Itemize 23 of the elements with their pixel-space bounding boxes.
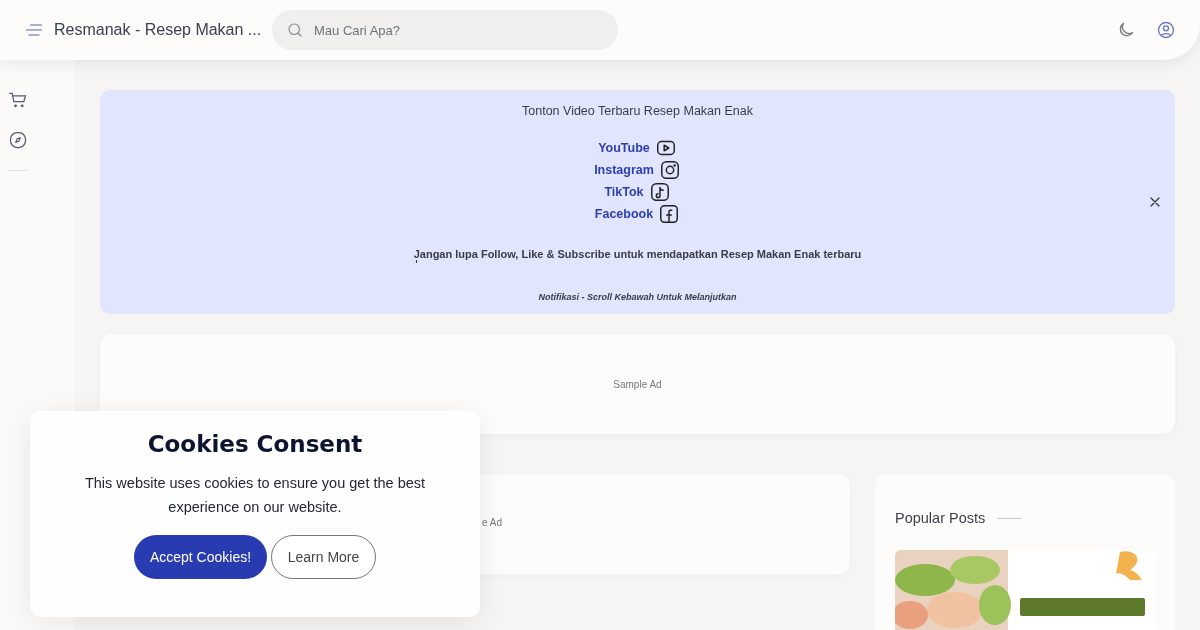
cart-icon[interactable]	[7, 90, 28, 110]
notice-footer: Notifikasi - Scroll Kebawah Untuk Melanjutkan	[120, 292, 1155, 302]
accept-button[interactable]: Accept Cookies!	[134, 535, 267, 579]
dialog-title: Cookies Consent	[147, 431, 363, 457]
social-link[interactable]: TikTok	[604, 181, 671, 202]
search-field[interactable]: Mau Cari Apa?	[272, 10, 618, 50]
user-icon[interactable]	[1156, 20, 1176, 40]
learn-more-button[interactable]: Learn More	[271, 535, 376, 579]
f-letter-icon	[658, 202, 681, 225]
compass-icon[interactable]	[7, 130, 28, 150]
music-note-icon	[648, 180, 671, 203]
camera-icon	[658, 158, 681, 181]
dialog-text: This website uses cookies to ensure you get the best experience on our website.	[83, 474, 427, 517]
ad-label: e Ad	[482, 517, 503, 528]
section-title: Popular Posts	[895, 510, 986, 526]
social-link[interactable]: Facebook	[594, 203, 681, 224]
site-title[interactable]: Resmanak - Resep Makan ...	[54, 21, 260, 39]
notice-title: Tonton Video Terbaru Resep Makan Enak	[522, 104, 753, 118]
apostrophe-mark: '	[415, 260, 419, 270]
ad-label: Sample Ad	[613, 378, 662, 390]
social-link[interactable]: YouTube	[598, 137, 677, 158]
social-link[interactable]: Instagram	[594, 159, 681, 180]
notice-message: Jangan lupa Follow, Like & Subscribe untuk mendapatkan Resep Makan Enak terbaru	[412, 248, 863, 260]
